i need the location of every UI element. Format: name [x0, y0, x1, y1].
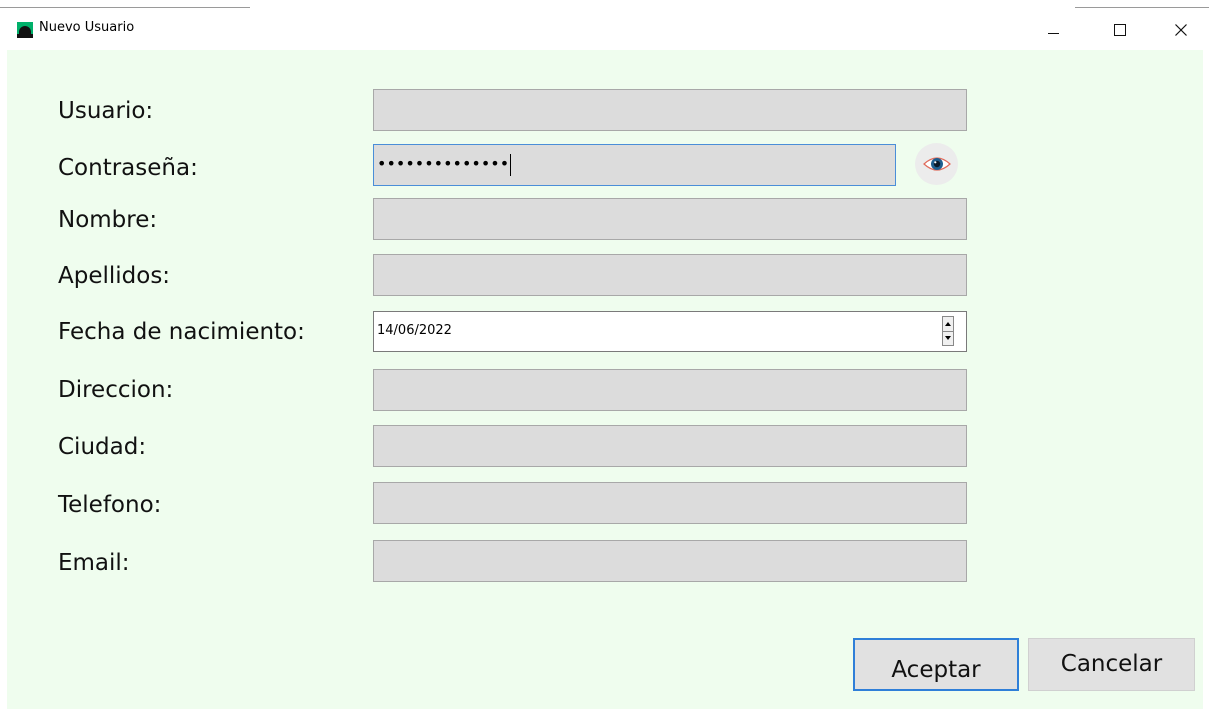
- new-user-window: Nuevo Usuario Usuario: Contraseña: Nombr…: [0, 0, 1209, 709]
- maximize-button[interactable]: [1097, 10, 1143, 50]
- maximize-icon: [1114, 24, 1126, 36]
- text-caret: [510, 154, 512, 176]
- nombre-input[interactable]: [373, 198, 967, 240]
- close-button[interactable]: [1158, 10, 1204, 50]
- fecha-nacimiento-value: 14/06/2022: [377, 323, 452, 338]
- fecha-nacimiento-picker[interactable]: 14/06/2022: [373, 311, 967, 352]
- ciudad-label: Ciudad:: [58, 434, 147, 460]
- eye-icon: [922, 157, 951, 171]
- arrow-up-icon: [945, 322, 951, 326]
- spin-up-button[interactable]: [943, 317, 953, 332]
- direccion-label: Direccion:: [58, 377, 174, 403]
- email-input[interactable]: [373, 540, 967, 582]
- top-divider-left: [0, 0, 250, 8]
- minimize-button[interactable]: [1030, 10, 1076, 50]
- apellidos-input[interactable]: [373, 254, 967, 296]
- minimize-icon: [1047, 32, 1059, 34]
- accept-button[interactable]: Aceptar: [853, 638, 1019, 691]
- usuario-label: Usuario:: [58, 98, 154, 124]
- contrasena-label: Contraseña:: [58, 155, 198, 181]
- contrasena-input[interactable]: ••••••••••••••: [373, 144, 896, 186]
- direccion-input[interactable]: [373, 369, 967, 411]
- nombre-label: Nombre:: [58, 207, 158, 233]
- arrow-down-icon: [945, 336, 951, 340]
- date-spinner[interactable]: [942, 316, 954, 346]
- window-title: Nuevo Usuario: [39, 20, 135, 35]
- fecha-nacimiento-label: Fecha de nacimiento:: [58, 319, 305, 345]
- app-icon: [17, 22, 33, 38]
- top-divider-right: [1075, 0, 1209, 8]
- email-label: Email:: [58, 550, 130, 576]
- spin-down-button[interactable]: [943, 331, 953, 345]
- apellidos-label: Apellidos:: [58, 263, 171, 289]
- telefono-input[interactable]: [373, 482, 967, 524]
- password-mask: ••••••••••••••: [377, 154, 510, 173]
- usuario-input[interactable]: [373, 89, 967, 131]
- telefono-label: Telefono:: [58, 492, 162, 518]
- show-password-button[interactable]: [915, 143, 958, 185]
- ciudad-input[interactable]: [373, 425, 967, 467]
- close-icon: [1175, 24, 1187, 36]
- title-bar: Nuevo Usuario: [0, 10, 1209, 50]
- cancel-button[interactable]: Cancelar: [1028, 638, 1195, 691]
